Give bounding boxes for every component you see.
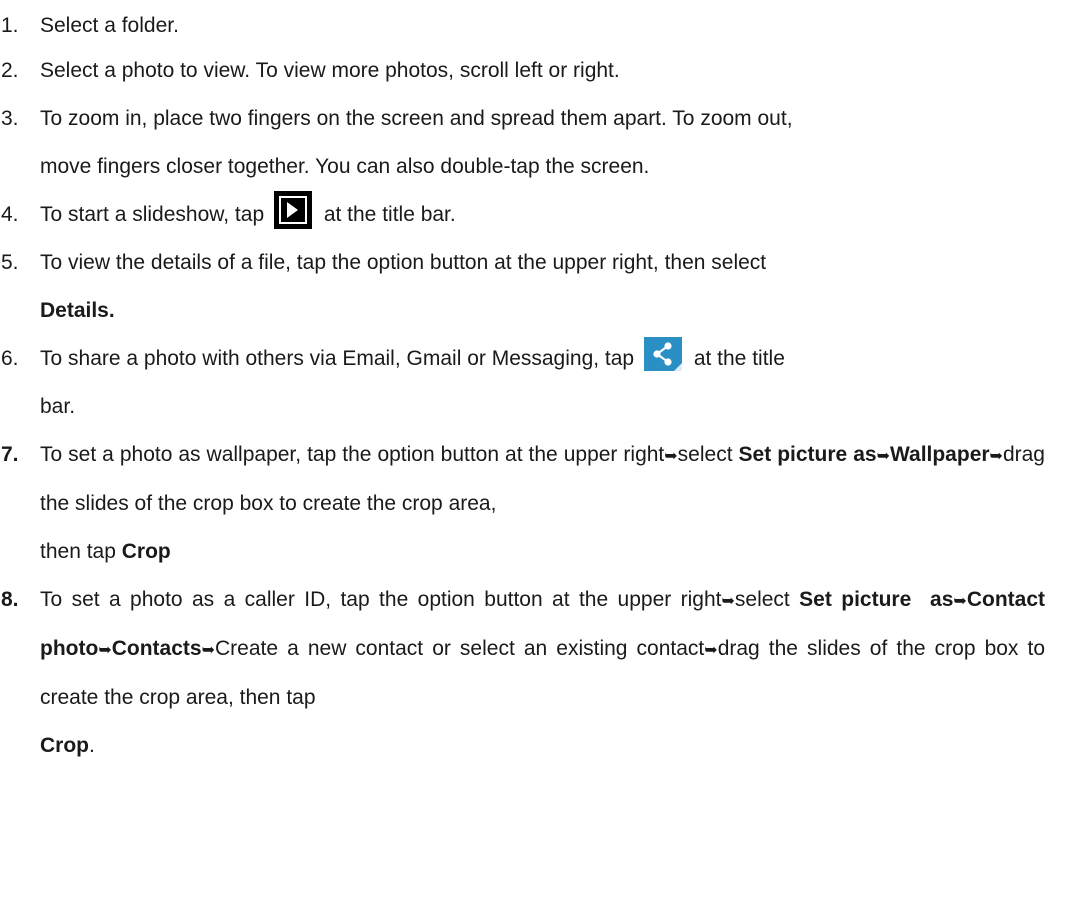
arrow-icon: ➥ — [664, 446, 678, 465]
arrow-icon: ➥ — [953, 591, 967, 610]
step-text-part: To set a photo as a caller ID, tap the o… — [40, 588, 722, 611]
step-number: 5. — [1, 251, 19, 274]
step-text-line: To zoom in, place two fingers on the scr… — [40, 107, 793, 130]
arrow-icon: ➥ — [98, 640, 112, 659]
step-2: 2. Select a photo to view. To view more … — [0, 47, 1045, 95]
step-7: 7. To set a photo as wallpaper, tap the … — [0, 431, 1045, 576]
step-5: 5. To view the details of a file, tap th… — [0, 239, 1045, 335]
step-3: 3. To zoom in, place two fingers on the … — [0, 95, 1045, 191]
arrow-icon: ➥ — [989, 446, 1003, 465]
manual-page: 1. Select a folder. 2. Select a photo to… — [0, 0, 1065, 915]
step-text: To zoom in, place two fingers on the scr… — [40, 95, 1045, 191]
step-bold-term: Set picture as — [799, 588, 954, 611]
step-text: To start a slideshow, tap at the title b… — [40, 191, 1045, 239]
step-text-part: select — [677, 443, 739, 466]
step-text-after: at the title bar. — [323, 203, 456, 226]
step-8: 8. To set a photo as a caller ID, tap th… — [0, 576, 1045, 770]
step-number: 8. — [1, 588, 19, 611]
step-number: 7. — [1, 443, 19, 466]
step-text: Select a photo to view. To view more pho… — [40, 59, 620, 82]
step-text-part: To set a photo as wallpaper, tap the opt… — [40, 443, 665, 466]
step-bold-term: Crop — [121, 540, 171, 563]
step-number: 1. — [1, 14, 19, 37]
step-text-line: move fingers closer together. You can al… — [40, 155, 650, 178]
step-6: 6. To share a photo with others via Emai… — [0, 335, 1045, 431]
step-text-line: bar. — [40, 395, 76, 418]
step-bold-term: Wallpaper — [889, 443, 990, 466]
step-text-before: To share a photo with others via Email, … — [40, 347, 635, 370]
step-text: Select a folder. — [40, 14, 179, 37]
step-bold-term: Contacts — [111, 637, 202, 660]
step-text: To view the details of a file, tap the o… — [40, 239, 1045, 335]
step-text-part: . — [89, 734, 95, 757]
step-text-part: select — [734, 588, 800, 611]
step-bold-term: Set picture as — [738, 443, 877, 466]
share-icon — [643, 337, 682, 371]
arrow-icon: ➥ — [876, 446, 890, 465]
step-number: 4. — [1, 203, 19, 226]
step-text: To share a photo with others via Email, … — [40, 335, 1045, 431]
step-1: 1. Select a folder. — [0, 5, 1045, 47]
step-number: 2. — [1, 59, 19, 82]
arrow-icon: ➥ — [721, 591, 735, 610]
arrow-icon: ➥ — [704, 640, 718, 659]
step-text-before: To start a slideshow, tap — [40, 203, 265, 226]
step-text-part: then tap — [40, 540, 122, 563]
step-4: 4. To start a slideshow, tap at the titl… — [0, 191, 1045, 239]
slideshow-icon — [273, 191, 312, 229]
step-number: 6. — [1, 347, 19, 370]
step-text: To set a photo as a caller ID, tap the o… — [40, 576, 1045, 770]
step-bold-term: Crop — [40, 734, 89, 757]
step-number: 3. — [1, 107, 19, 130]
step-bold-term: Details. — [40, 299, 115, 322]
step-text: To set a photo as wallpaper, tap the opt… — [40, 431, 1045, 576]
step-text-part: Create a new contact or select an existi… — [214, 637, 705, 660]
step-text-line: To view the details of a file, tap the o… — [40, 251, 767, 274]
step-text-after: at the title — [693, 347, 785, 370]
arrow-icon: ➥ — [201, 640, 215, 659]
